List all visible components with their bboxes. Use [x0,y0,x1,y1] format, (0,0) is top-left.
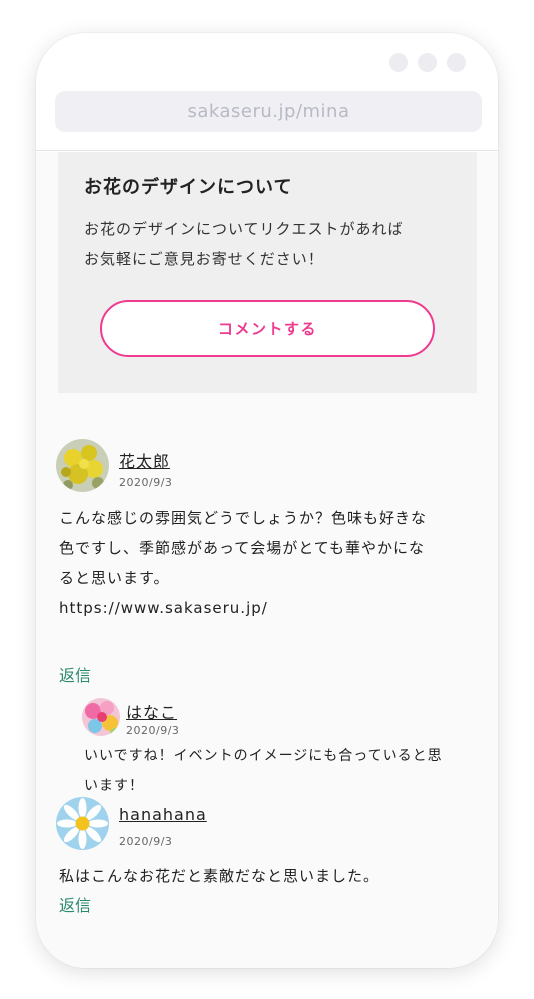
reply-link[interactable]: 返信 [59,892,91,916]
request-text: お花のデザインについてリクエストがあれば お気軽にご意見お寄せください！ [84,214,464,274]
reply-avatar-icon[interactable] [82,698,120,736]
window-dot-3[interactable] [447,53,466,72]
avatar-icon[interactable] [56,439,109,492]
request-box: お花のデザインについて お花のデザインについてリクエストがあれば お気軽にご意見… [58,152,477,393]
window-dot-2[interactable] [418,53,437,72]
browser-toolbar: sakaseru.jp/mina [36,33,498,151]
reply-text-line-1: いいですね！イベントのイメージにも合っていると思 [84,748,443,764]
address-bar[interactable]: sakaseru.jp/mina [55,91,482,132]
daisy-flower-icon [56,797,109,850]
bouquet-flower-icon [82,698,120,736]
reply-link[interactable]: 返信 [59,662,91,686]
request-text-line-2: お気軽にご意見お寄せください！ [84,250,324,268]
request-title: お花のデザインについて [84,177,293,198]
page-content: お花のデザインについて お花のデザインについてリクエストがあれば お気軽にご意見… [36,152,498,968]
window-dot-1[interactable] [389,53,408,72]
comment-text: 私はこんなお花だと素敵だなと思いました。 [59,861,489,891]
comment-date: 2020/9/3 [119,835,173,848]
comment-text-line-2: 色ですし、季節感があって会場がとても華やかにな [59,539,426,557]
comment-text-line-1: こんな感じの雰囲気どうでしょうか？色味も好きな [59,509,428,527]
reply-username[interactable]: はなこ [126,699,177,723]
comment-text-line-3: ると思います。 [59,569,170,587]
mimosa-flower-icon [56,439,109,492]
reply-text: いいですね！イベントのイメージにも合っていると思 います！ [84,741,484,801]
comment-text: こんな感じの雰囲気どうでしょうか？色味も好きな 色ですし、季節感があって会場がと… [59,503,489,623]
reply-text-line-2: います！ [84,778,144,794]
comment-date: 2020/9/3 [119,476,173,489]
request-text-line-1: お花のデザインについてリクエストがあれば [84,220,404,238]
comment-username[interactable]: hanahana [119,805,207,824]
comment-button[interactable]: コメントする [100,300,435,357]
comment-link[interactable]: https://www.sakaseru.jp/ [59,593,489,623]
comment-text-line-1: 私はこんなお花だと素敵だなと思いました。 [59,867,380,885]
phone-frame: sakaseru.jp/mina お花のデザインについて お花のデザインについて… [36,33,498,968]
avatar-icon[interactable] [56,797,109,850]
comment-username[interactable]: 花太郎 [119,448,170,472]
window-controls [389,53,466,72]
reply-date: 2020/9/3 [126,724,180,737]
